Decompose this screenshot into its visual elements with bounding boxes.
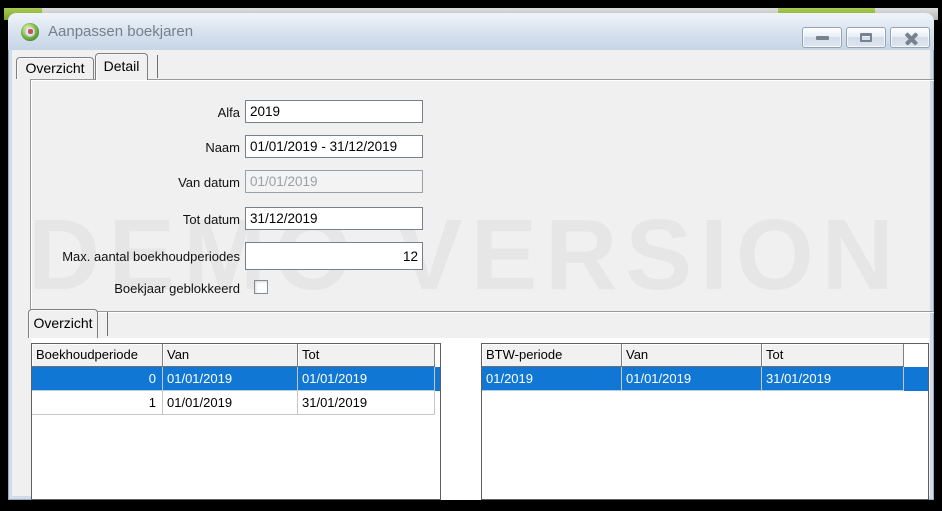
- cell-boekhoudperiode: 0: [32, 367, 163, 391]
- tot-datum-label: Tot datum: [30, 210, 240, 229]
- column-header[interactable]: BTW-periode: [482, 344, 622, 367]
- table-row[interactable]: 01/2019 01/01/2019 31/01/2019: [482, 367, 928, 391]
- tab-detail[interactable]: Detail: [95, 53, 148, 80]
- max-boekhoudperiodes-label: Max. aantal boekhoudperiodes: [30, 247, 240, 266]
- cell-van: 01/01/2019: [163, 367, 298, 391]
- cell-tot: 31/01/2019: [298, 391, 435, 415]
- boekjaar-geblokkeerd-checkbox[interactable]: [254, 280, 268, 294]
- column-header[interactable]: Tot: [762, 344, 904, 367]
- column-header[interactable]: Tot: [298, 344, 435, 367]
- app-globe-icon: [21, 23, 39, 41]
- van-datum-label: Van datum: [30, 173, 240, 192]
- screenshot-root: DEMO VERSION Aanpassen boekjaren Overzic…: [0, 0, 942, 511]
- tot-datum-input[interactable]: [245, 207, 423, 230]
- alfa-input[interactable]: [245, 100, 423, 123]
- van-datum-input: [245, 170, 423, 193]
- cell-van: 01/01/2019: [622, 367, 762, 391]
- cell-tot: 31/01/2019: [762, 367, 904, 391]
- cell-boekhoudperiode: 1: [32, 391, 163, 415]
- cell-btw-periode: 01/2019: [482, 367, 622, 391]
- naam-input[interactable]: [245, 135, 423, 158]
- bottom-tab-strip-divider: [107, 312, 108, 336]
- boekhoudperiode-grid: Boekhoudperiode Van Tot 0 01/01/2019 01/…: [31, 343, 441, 500]
- dialog-aanpassen-boekjaren: DEMO VERSION Aanpassen boekjaren Overzic…: [8, 13, 934, 500]
- restore-icon: [860, 33, 872, 42]
- max-boekhoudperiodes-input[interactable]: [245, 242, 423, 270]
- window-controls: [802, 27, 930, 48]
- table-row[interactable]: 0 01/01/2019 01/01/2019: [32, 367, 440, 391]
- boekjaar-geblokkeerd-label: Boekjaar geblokkeerd: [30, 281, 240, 296]
- minimize-button[interactable]: [802, 27, 842, 48]
- boekhoudperiode-header-row: Boekhoudperiode Van Tot: [32, 344, 440, 367]
- table-row[interactable]: 1 01/01/2019 31/01/2019: [32, 391, 440, 415]
- window-title: Aanpassen boekjaren: [48, 23, 193, 40]
- titlebar[interactable]: Aanpassen boekjaren: [8, 13, 934, 50]
- column-header[interactable]: Boekhoudperiode: [32, 344, 163, 367]
- column-header[interactable]: Van: [622, 344, 762, 367]
- periods-panel: Boekhoudperiode Van Tot 0 01/01/2019 01/…: [31, 338, 929, 500]
- close-button[interactable]: [890, 27, 930, 48]
- naam-label: Naam: [30, 138, 240, 157]
- restore-button[interactable]: [846, 27, 886, 48]
- cell-van: 01/01/2019: [163, 391, 298, 415]
- alfa-label: Alfa: [30, 103, 240, 122]
- minimize-icon: [816, 36, 829, 40]
- tab-overzicht[interactable]: Overzicht: [16, 57, 94, 79]
- close-icon: [891, 28, 929, 47]
- btw-header-row: BTW-periode Van Tot: [482, 344, 928, 367]
- column-header[interactable]: Van: [163, 344, 298, 367]
- btw-periode-grid: BTW-periode Van Tot 01/2019 01/01/2019 3…: [481, 343, 929, 500]
- tab-overzicht-bottom[interactable]: Overzicht: [28, 309, 98, 338]
- tab-strip-divider: [157, 55, 158, 78]
- cell-tot: 01/01/2019: [298, 367, 435, 391]
